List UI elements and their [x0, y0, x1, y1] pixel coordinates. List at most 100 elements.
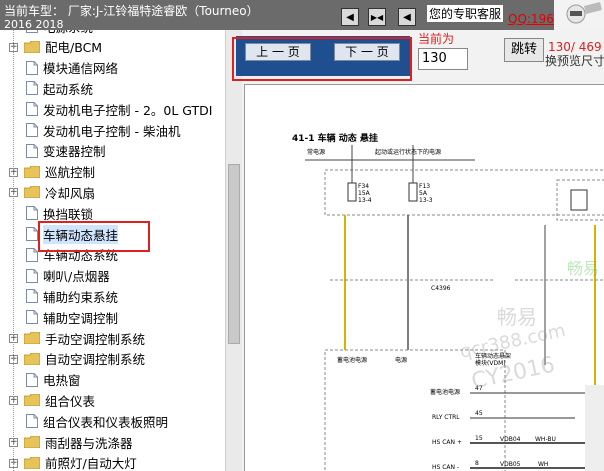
customer-service-label: 您的专职客服 [427, 5, 504, 22]
fuse-f13 [408, 182, 418, 202]
relay-symbol [570, 189, 588, 211]
tree-scrollbar[interactable] [225, 30, 242, 471]
fuse1-label: F34 15A 13-4 [358, 183, 372, 204]
tree-item-label: 变速器控制 [43, 144, 106, 160]
tree-item[interactable]: + 巡航控制 [0, 162, 225, 182]
tree-item-label: 自动空调控制系统 [45, 352, 146, 368]
tree-item-label: 雨刮器与洗涤器 [45, 435, 133, 451]
nav-back-icon: ◀ [403, 11, 411, 23]
fuse2-amp: 5A [419, 190, 427, 197]
folder-icon [24, 456, 45, 469]
folder-icon [24, 165, 45, 178]
pin-8: 8 [475, 460, 479, 467]
tree-item[interactable]: 辅助空调控制 [0, 307, 225, 327]
folder-icon [24, 436, 45, 448]
document-icon [26, 81, 43, 96]
nav-split-button[interactable]: ▶◀ [368, 8, 386, 26]
folder-icon [24, 332, 45, 344]
document-icon [26, 310, 43, 325]
pin-45: 45 [475, 410, 483, 417]
wire-vdb05: VDB05 [500, 461, 521, 468]
power-label-left: 常电源 [307, 149, 326, 156]
document-icon [26, 372, 43, 387]
tree-scrollbar-thumb[interactable] [228, 164, 240, 344]
selected-item-highlight [38, 221, 150, 252]
preview-size-hint[interactable]: 换预览尺寸 [545, 52, 604, 69]
tree-item[interactable]: + 手动空调控制系统 [0, 328, 225, 348]
fuse1-name: F34 [358, 183, 370, 190]
tree-item-label: 配电/BCM [45, 40, 103, 56]
document-icon [26, 206, 43, 221]
fuse-f34 [347, 182, 357, 202]
document-icon [26, 289, 43, 304]
tree-item[interactable]: + 自动空调控制系统 [0, 349, 225, 369]
pin-15: 15 [475, 435, 483, 442]
tree-item-label: 电源系统 [43, 30, 93, 36]
vehicle-title: 当前车型： 厂家:J-江铃福特途睿欧（Tourneo） [4, 4, 259, 18]
tree-item[interactable]: 电热窗 [0, 370, 225, 390]
tree-item[interactable]: 发动机电子控制 - 柴油机 [0, 120, 225, 140]
document-icon [26, 102, 43, 117]
tree-item[interactable]: 喇叭/点烟器 [0, 266, 225, 286]
tree-item-label: 冷却风扇 [45, 185, 96, 201]
tree-item-label: 换挡联锁 [43, 206, 94, 222]
pin-hs-can-plus-label: HS CAN + [432, 439, 462, 446]
tree-item[interactable]: 组合仪表和仪表板照明 [0, 411, 225, 431]
tree-item-label: 手动空调控制系统 [45, 331, 146, 347]
folder-icon [24, 352, 45, 365]
document-icon [26, 123, 43, 137]
wire-vdb04: VDB04 [500, 436, 521, 443]
tree-item[interactable]: + 配电/BCM [0, 37, 225, 57]
tree-item-label: 辅助约束系统 [43, 289, 119, 305]
module-pin-power1: 蓄电池电源 [337, 357, 368, 364]
nav-first-icon: ◀ [346, 11, 354, 23]
nav-back-button[interactable]: ◀ [398, 8, 416, 26]
document-icon [26, 60, 43, 75]
tree-item-label: 组合仪表和仪表板照明 [43, 414, 169, 430]
wire-color-2: WH [538, 461, 549, 468]
tree-item[interactable]: 模块通信网络 [0, 58, 225, 78]
title-bar: 当前车型： 厂家:J-江铃福特途睿欧（Tourneo） 2016 2018 ◀ … [0, 0, 604, 31]
document-icon [26, 30, 43, 33]
tree-item[interactable]: + 雨刮器与洗涤器 [0, 432, 225, 452]
tree-item-label: 发动机电子控制 - 柴油机 [43, 123, 181, 139]
tree-item-label: 电热窗 [43, 373, 81, 389]
page-number-input[interactable]: 130 [418, 48, 468, 70]
tree-item-label: 前照灯/自动大灯 [45, 456, 137, 471]
pin-power-label: 蓄电池电源 [430, 389, 461, 396]
pin-hs-can-minus-label: HS CAN - [432, 464, 460, 471]
tree-item[interactable]: + 冷却风扇 [0, 182, 225, 202]
folder-icon [24, 394, 45, 407]
current-page-label: 当前为 [418, 32, 455, 46]
fuse2-name: F13 [419, 183, 431, 190]
tree-item[interactable]: 变速器控制 [0, 141, 225, 161]
folder-icon [24, 186, 45, 199]
tree-item[interactable]: + 组合仪表 [0, 390, 225, 410]
module-pin-power2: 电源 [395, 357, 408, 364]
jump-button[interactable]: 跳转 [504, 38, 544, 62]
nav-split-icon: ▶◀ [370, 12, 384, 22]
tree-item[interactable]: 电源系统 [0, 30, 225, 36]
tree-item[interactable]: 辅助约束系统 [0, 286, 225, 306]
watermark-brand: 畅易 [497, 305, 537, 329]
tree-item-label: 模块通信网络 [43, 61, 119, 77]
tree-item[interactable]: + 前照灯/自动大灯 [0, 453, 225, 471]
fuse2-id: 13-3 [419, 197, 433, 204]
page-nav-highlight [232, 37, 412, 81]
tree-item-label: 起动系统 [43, 81, 94, 97]
tree-item-label: 喇叭/点烟器 [43, 269, 110, 285]
pin-rly-ctrl-label: RLY CTRL [432, 414, 460, 421]
power-label-mid: 起动或运行状态下的电源 [375, 149, 442, 156]
connector-c4396-label: C4396 [431, 285, 451, 292]
tree-item-label: 巡航控制 [45, 165, 96, 181]
tree-item[interactable]: 起动系统 [0, 78, 225, 98]
document-icon [26, 414, 43, 429]
document-icon [26, 268, 43, 283]
tree-item[interactable]: 发动机电子控制 - 2。0L GTDI [0, 99, 225, 119]
wire-color-1: WH-BU [535, 436, 556, 443]
mascot-robot-icon [554, 0, 604, 30]
folder-icon [24, 40, 45, 53]
nav-first-button[interactable]: ◀ [341, 8, 359, 26]
right-side-panel [585, 385, 604, 471]
wiring-diagram: 41-1 车辆 动态 悬挂 常电源 起动或运行状态下的电源 F34 15A 13- [244, 84, 604, 471]
